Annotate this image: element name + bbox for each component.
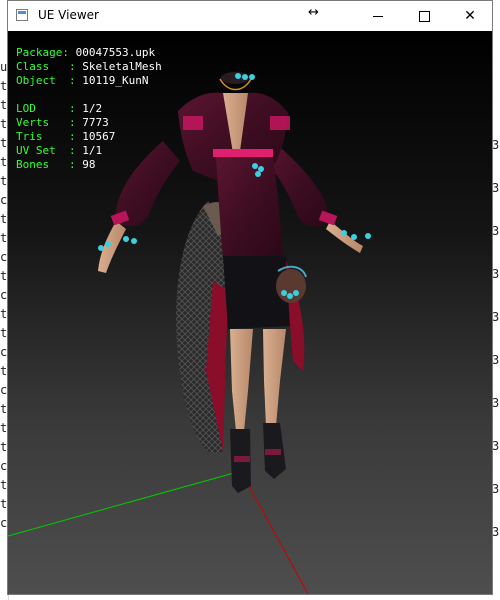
- minimize-button[interactable]: [355, 1, 401, 31]
- background-text-glyph: 3: [492, 482, 500, 496]
- background-text-glyph: 3: [492, 439, 500, 453]
- background-text-glyph: 3: [492, 353, 500, 367]
- background-window-right-edge: 3 3 3 3 3 3 3 3 3 3: [492, 30, 500, 600]
- background-text-glyph: 3: [492, 267, 500, 281]
- background-text-glyph: 3: [492, 224, 500, 238]
- info-tris: Tris : 10567: [16, 130, 116, 143]
- info-class: Class : SkeletalMesh: [16, 60, 162, 73]
- info-uvset: UV Set : 1/1: [16, 144, 103, 157]
- title-bar[interactable]: UE Viewer ↔ ✕: [8, 1, 492, 31]
- ue-viewer-window: UE Viewer ↔ ✕ Package: 00047553.upk Clas…: [7, 0, 493, 595]
- app-icon: [16, 9, 28, 21]
- 3d-viewport[interactable]: Package: 00047553.upk Class : SkeletalMe…: [8, 31, 492, 594]
- background-text-glyph: 3: [492, 181, 500, 195]
- close-button[interactable]: ✕: [447, 1, 493, 31]
- background-text-glyph: 3: [492, 396, 500, 410]
- info-bones: Bones : 98: [16, 158, 96, 171]
- info-lod: LOD : 1/2: [16, 102, 103, 115]
- close-icon: ✕: [464, 8, 476, 24]
- background-text-glyph: 3: [492, 310, 500, 324]
- background-text-glyph: 3: [492, 138, 500, 152]
- minimize-icon: [373, 15, 383, 17]
- background-text-glyph: 3: [492, 525, 500, 539]
- info-verts: Verts : 7773: [16, 116, 109, 129]
- axis-x: [240, 470, 309, 594]
- info-package: Package: 00047553.upk: [16, 46, 156, 59]
- resize-arrows-icon: ↔: [308, 5, 319, 20]
- window-title: UE Viewer: [38, 8, 99, 22]
- maximize-icon: [418, 10, 430, 22]
- axis-y: [8, 470, 242, 537]
- maximize-button[interactable]: [401, 1, 447, 31]
- info-object: Object : 10119_KunN: [16, 74, 149, 87]
